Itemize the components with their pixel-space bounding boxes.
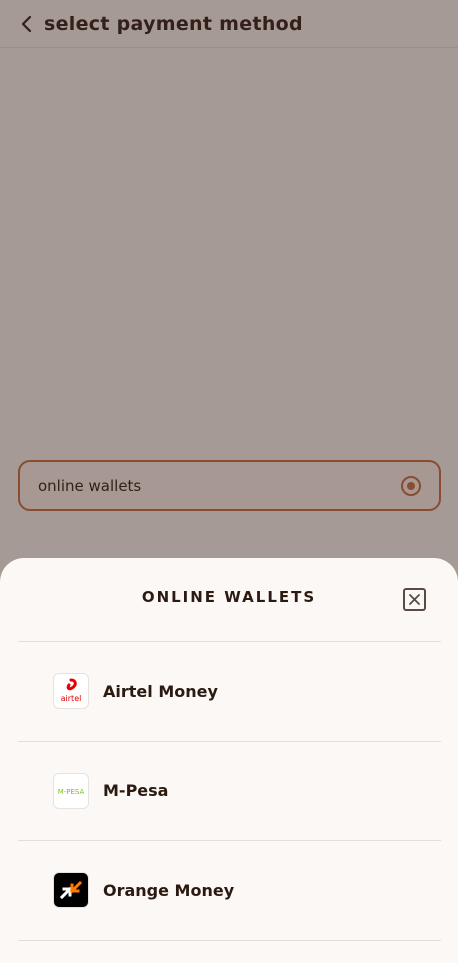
wallet-label: Airtel Money bbox=[103, 681, 218, 701]
wallet-list: airtel Airtel Money M-PESA M-Pesa Orange… bbox=[18, 641, 441, 941]
wallets-bottom-sheet: ONLINE WALLETS airtel Airtel Money M-PES… bbox=[0, 558, 458, 963]
airtel-logo-text: airtel bbox=[61, 694, 82, 703]
wallet-item-m-pesa[interactable]: M-PESA M-Pesa bbox=[18, 742, 441, 841]
orange-money-logo bbox=[53, 872, 89, 909]
mpesa-logo: M-PESA bbox=[53, 772, 89, 809]
wallet-label: M-Pesa bbox=[103, 781, 169, 801]
wallet-item-airtel-money[interactable]: airtel Airtel Money bbox=[18, 642, 441, 742]
sheet-title: ONLINE WALLETS bbox=[141, 588, 317, 606]
airtel-logo: airtel bbox=[53, 673, 89, 710]
wallet-label: Orange Money bbox=[103, 880, 235, 900]
mpesa-logo-text: M-PESA bbox=[58, 788, 85, 796]
close-button[interactable] bbox=[403, 588, 426, 611]
wallet-item-orange-money[interactable]: Orange Money bbox=[18, 841, 441, 941]
close-icon bbox=[409, 594, 420, 605]
